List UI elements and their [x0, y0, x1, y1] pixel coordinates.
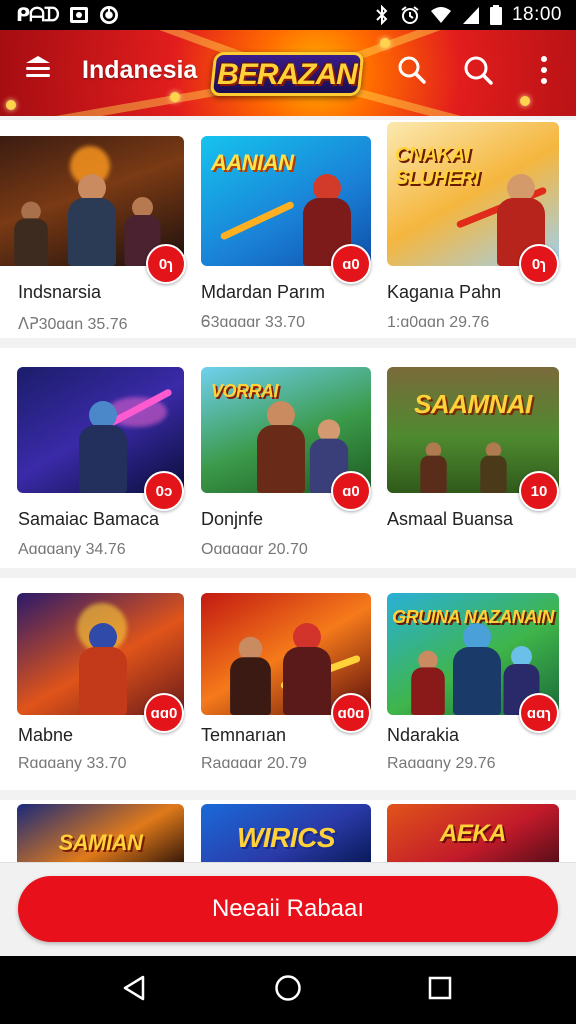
- game-meta: Raɑɑɑny 29.76: [387, 755, 496, 772]
- game-title: Mabne: [18, 725, 74, 745]
- game-thumbnail: WIRICS: [201, 804, 371, 862]
- game-title: Indsnarsia: [18, 282, 102, 302]
- status-left-text: ᑭᗩᗪ: [16, 4, 60, 26]
- game-title: Asmaal Buansa: [387, 509, 514, 529]
- game-title: Temnarıan: [201, 725, 287, 745]
- recents-button[interactable]: [420, 970, 460, 1010]
- game-meta: Rɑɑɑany 33.70: [18, 755, 127, 772]
- thumbnail-caption: SAAMNAI: [414, 389, 532, 419]
- header-spark: [6, 100, 16, 110]
- game-meta: Oɑɑɑɑɑr 20.70: [201, 541, 308, 558]
- app-title: Indanesia: [82, 56, 198, 84]
- more-vert-icon: [539, 55, 549, 90]
- game-grid[interactable]: 0ɿ Indsnarsia ᐱᕈ30ɑɑn 35.76 AANIAN ɑ0 Md…: [0, 116, 576, 862]
- signal-icon: [462, 5, 480, 25]
- game-thumbnail: SAMIAN: [17, 804, 184, 862]
- thumbnail-caption: SAMIAN: [58, 830, 143, 855]
- header-spark: [380, 38, 390, 48]
- game-meta: Aɑɑɑany 34.76: [18, 541, 126, 558]
- more-options-button[interactable]: [524, 52, 564, 92]
- search-icon: [463, 55, 493, 90]
- alarm-icon: [400, 5, 420, 25]
- rating-badge: 0ɔ: [144, 471, 184, 511]
- thumbnail-caption: AEKA: [439, 820, 507, 847]
- back-icon: [121, 974, 147, 1007]
- menu-icon: [23, 53, 53, 88]
- status-time: 18:00: [511, 4, 562, 25]
- rating-badge: ɑ0: [331, 244, 371, 284]
- app-screen: ᑭᗩᗪ 18:00 Indanesia BERAZAN 0ɿ Indsnarsi…: [0, 0, 576, 1024]
- game-title: Kaganıa Pahn: [387, 282, 502, 302]
- rating-badge: 0ɿ: [146, 244, 186, 284]
- menu-button[interactable]: [18, 50, 58, 90]
- header-spark: [170, 92, 180, 102]
- rating-badge: 10: [519, 471, 559, 511]
- header-spark: [520, 96, 530, 106]
- game-title: Samaiac Bamaca: [18, 509, 160, 529]
- game-meta: ᐱᕈ30ɑɑn 35.76: [18, 316, 128, 333]
- status-bar: ᑭᗩᗪ 18:00: [0, 0, 576, 30]
- rating-badge: ɑ0ɑ: [331, 693, 371, 733]
- game-meta: Raɑɑɑɑr 20.79: [201, 755, 307, 772]
- rating-badge: ɑɑ0: [144, 693, 184, 733]
- thumbnail-caption: AANIAN: [211, 150, 294, 175]
- image-icon: [69, 5, 89, 25]
- rating-badge: ɑɑɿ: [519, 693, 559, 733]
- game-meta: Ꮾ3ɑɑɑɑr 33.70: [201, 314, 305, 331]
- primary-cta-button[interactable]: Neeaii Rabaaı: [18, 876, 558, 942]
- thumbnail-caption: WIRICS: [236, 822, 336, 853]
- battery-icon: [489, 5, 502, 25]
- thumbnail-caption: VORRAI: [211, 381, 279, 401]
- home-icon: [274, 974, 302, 1007]
- game-thumbnail: AEKA: [387, 804, 559, 862]
- game-title: Ndarakia: [387, 725, 460, 745]
- wifi-icon: [430, 5, 452, 25]
- cta-area: Neeaii Rabaaı: [0, 862, 576, 956]
- navigation-bar: [0, 956, 576, 1024]
- back-button[interactable]: [114, 970, 154, 1010]
- search-button-secondary[interactable]: [458, 52, 498, 92]
- app-bar: Indanesia BERAZAN: [0, 30, 576, 116]
- game-title: Mdardan Parım: [201, 282, 326, 302]
- rating-badge: 0ɿ: [519, 244, 559, 284]
- recents-icon: [427, 975, 453, 1006]
- search-icon: [397, 55, 427, 90]
- bluetooth-icon: [374, 5, 390, 25]
- home-button[interactable]: [268, 970, 308, 1010]
- sync-icon: [99, 5, 119, 25]
- logo-text: BERAZAN: [217, 58, 358, 91]
- game-meta: 1:ɑ0ɑɑn 29.76: [387, 314, 490, 331]
- rating-badge: ɑ0: [331, 471, 371, 511]
- game-logo: BERAZAN: [209, 38, 365, 112]
- game-title: Donjnfe: [201, 509, 264, 529]
- search-button[interactable]: [392, 52, 432, 92]
